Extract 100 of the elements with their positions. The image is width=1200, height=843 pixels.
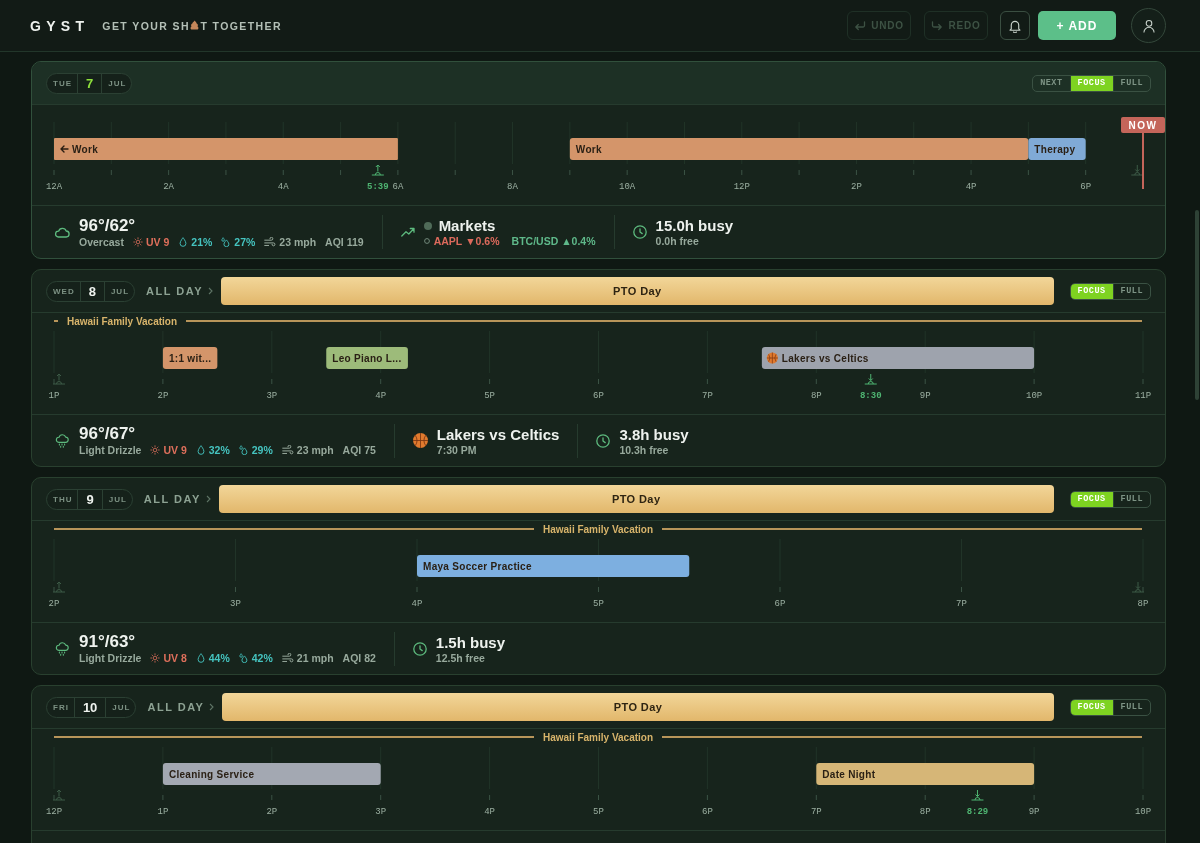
- view-tab[interactable]: FULL: [1112, 75, 1150, 91]
- axis-label: 5P: [593, 807, 604, 817]
- clock-icon: [596, 433, 611, 448]
- day-number: 7: [77, 73, 103, 93]
- axis-label: 3P: [230, 599, 241, 609]
- free-hours: 0.0h free: [655, 235, 700, 247]
- axis-label: 3P: [375, 807, 387, 817]
- event-bar[interactable]: Work: [54, 138, 398, 160]
- axis-label: 7P: [810, 807, 822, 817]
- all-day-event[interactable]: PTO Day: [218, 485, 1054, 513]
- all-day-event[interactable]: PTO Day: [222, 693, 1054, 721]
- event-bar[interactable]: Date Night: [816, 763, 1035, 785]
- precipitation-value: 42%: [251, 652, 273, 664]
- vacation-label[interactable]: Hawaii Family Vacation: [543, 731, 654, 743]
- view-tab[interactable]: NEXT: [1033, 75, 1070, 91]
- sunset-icon: [1130, 164, 1144, 176]
- wind-icon: [281, 445, 294, 455]
- event-bar[interactable]: Lakers vs Celtics: [761, 347, 1035, 369]
- axis-label: 7P: [956, 599, 967, 609]
- axis-label: 4P: [484, 807, 495, 817]
- month-label: JUL: [107, 494, 128, 504]
- busy-hours: 3.8h busy: [619, 425, 689, 443]
- precipitation-value: 29%: [251, 444, 273, 456]
- axis-label: 5P: [593, 599, 604, 609]
- air-quality: AQI 119: [325, 235, 364, 248]
- view-tab[interactable]: FULL: [1112, 699, 1150, 715]
- humidity-value: 21%: [191, 235, 213, 248]
- event-bar[interactable]: Leo Piano L...: [326, 347, 408, 369]
- raindrops-icon: [238, 445, 249, 455]
- user-icon: [1140, 18, 1157, 33]
- axis-label: 8P: [810, 391, 822, 401]
- scrollbar-thumb[interactable]: [1195, 210, 1199, 400]
- sunset-time: 8:30: [859, 391, 882, 401]
- axis-label: 3P: [266, 391, 278, 401]
- notifications-button[interactable]: [1000, 11, 1030, 40]
- axis-label: 6A: [392, 182, 404, 192]
- wind-speed: 23 mph: [296, 444, 334, 456]
- all-day-toggle[interactable]: ALL DAY: [143, 285, 213, 297]
- air-quality: AQI 82: [342, 652, 376, 664]
- ticker-symbol: BTC/USD: [511, 235, 559, 247]
- month-label: JUL: [111, 702, 132, 712]
- sun-icon: [150, 445, 161, 455]
- humidity-value: 44%: [208, 652, 230, 664]
- raindrops-icon: [221, 236, 232, 247]
- profile-button[interactable]: [1131, 8, 1166, 43]
- uv-index: UV 8: [163, 652, 187, 664]
- event-bar[interactable]: Maya Soccer Practice: [417, 555, 690, 577]
- month-label: JUL: [109, 286, 131, 296]
- trend-up-icon: [400, 225, 415, 239]
- sunrise-icon: [52, 789, 66, 801]
- all-day-event[interactable]: PTO Day: [221, 277, 1054, 305]
- drop-icon: [178, 236, 189, 247]
- event-bar[interactable]: 1:1 wit...: [162, 347, 218, 369]
- axis-label: 8P: [919, 807, 931, 817]
- wind-icon: [281, 653, 294, 663]
- clock-icon: [632, 225, 647, 239]
- basketball-icon: [766, 352, 779, 364]
- free-hours: 10.3h free: [619, 443, 670, 456]
- vacation-label[interactable]: Hawaii Family Vacation: [67, 315, 178, 327]
- axis-label: 6P: [702, 807, 713, 817]
- basketball-icon: [412, 433, 428, 448]
- weather-condition: Overcast: [79, 235, 124, 248]
- temperature: 96°/67°: [79, 425, 137, 443]
- poop-icon: [189, 20, 199, 30]
- event-bar[interactable]: Cleaning Service: [162, 763, 381, 785]
- day-number: 8: [79, 281, 105, 301]
- all-day-toggle[interactable]: ALL DAY: [140, 493, 211, 505]
- sun-icon: [132, 236, 143, 247]
- view-tab[interactable]: FULL: [1112, 491, 1150, 507]
- day-number: 10: [73, 697, 107, 717]
- day-number: 9: [77, 489, 103, 509]
- weather-condition: Light Drizzle: [79, 652, 142, 664]
- markets-title: Markets: [438, 217, 496, 234]
- drop-icon: [195, 445, 206, 455]
- chevron-right-icon: [208, 287, 213, 295]
- ticker-change: ▼0.6%: [465, 235, 500, 247]
- axis-label: 7P: [702, 391, 713, 401]
- axis-label: 9P: [919, 391, 931, 401]
- temperature: 91°/63°: [79, 633, 137, 651]
- humidity-value: 32%: [208, 444, 230, 456]
- all-day-toggle[interactable]: ALL DAY: [144, 701, 215, 713]
- wind-speed: 21 mph: [296, 652, 334, 664]
- sunset-icon: [864, 373, 878, 385]
- axis-label: 6P: [774, 599, 786, 609]
- precipitation-value: 27%: [234, 235, 256, 248]
- sun-icon: [150, 653, 161, 663]
- undo-icon: [854, 20, 867, 31]
- brand-logo[interactable]: GYST: [30, 17, 90, 34]
- clock-icon: [412, 641, 427, 656]
- axis-label: 12P: [45, 807, 63, 817]
- sunrise-icon: [52, 373, 66, 385]
- chevron-right-icon: [205, 495, 211, 503]
- event-bar[interactable]: Work: [569, 138, 1029, 160]
- month-label: JUL: [107, 78, 128, 88]
- view-tab[interactable]: FULL: [1112, 283, 1150, 299]
- vacation-label[interactable]: Hawaii Family Vacation: [543, 523, 654, 535]
- event-bar[interactable]: Therapy: [1028, 138, 1086, 160]
- axis-label: 9P: [1028, 807, 1040, 817]
- axis-label: 4A: [277, 182, 289, 192]
- chevron-right-icon: [209, 703, 215, 711]
